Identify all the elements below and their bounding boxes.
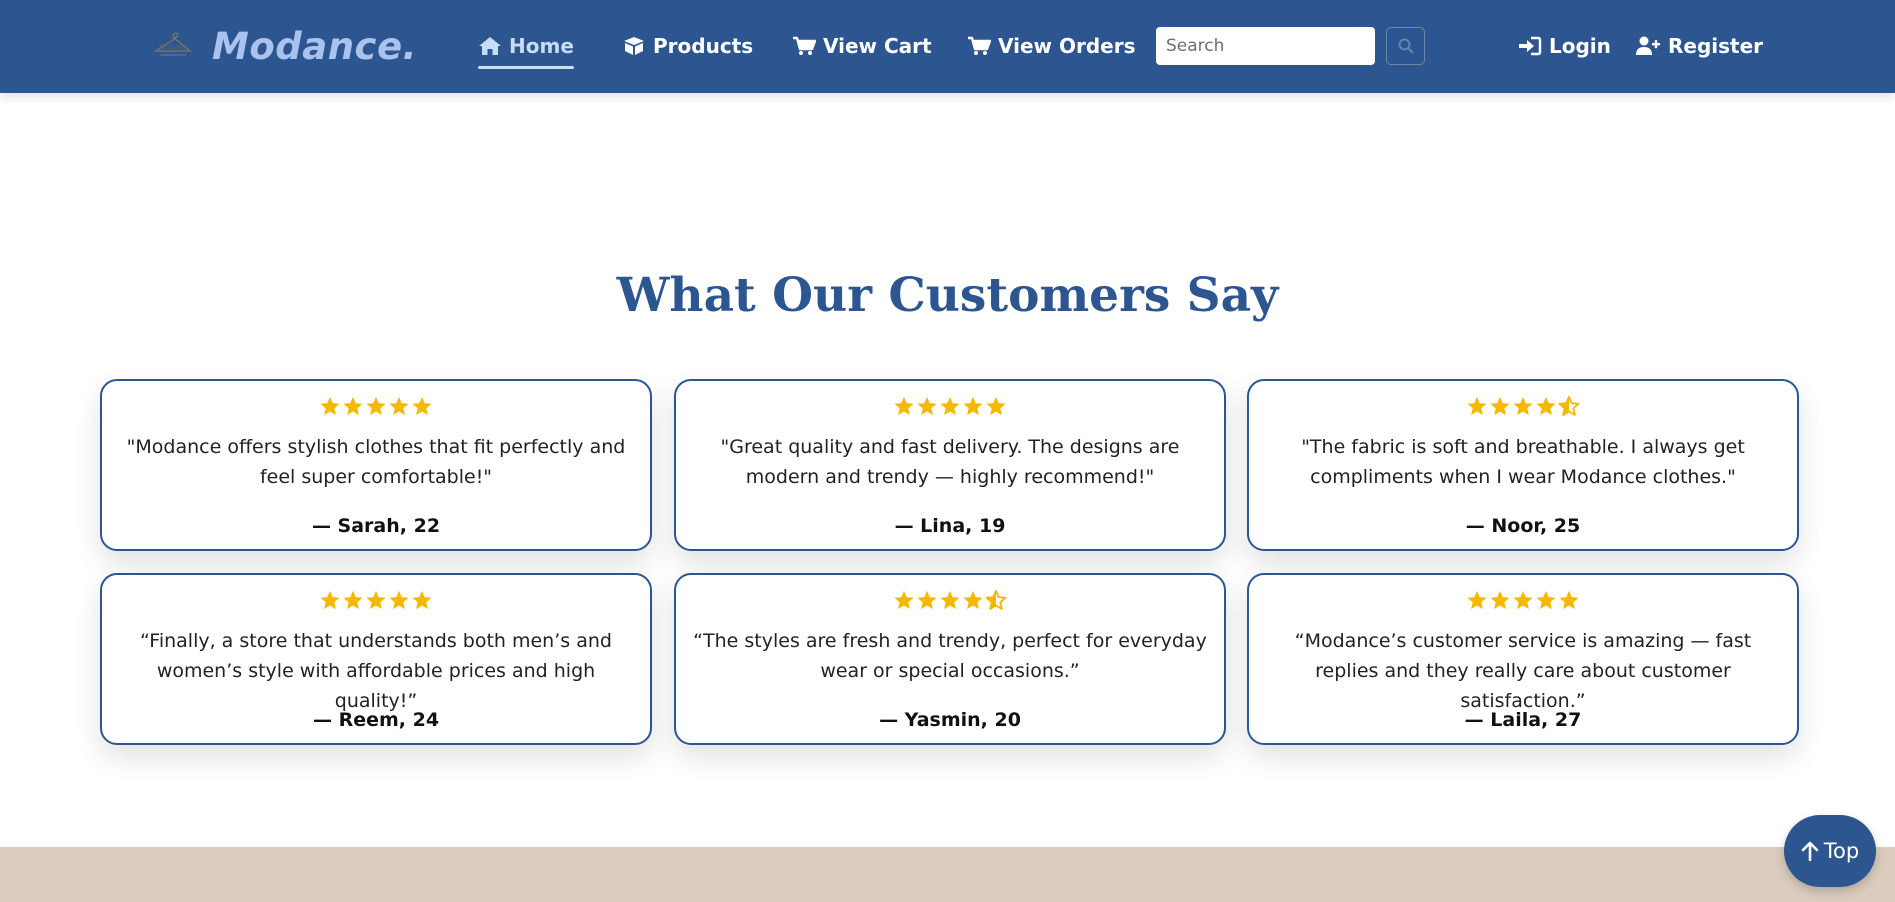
review-card: “Modance’s customer service is amazing —… [1247,573,1799,745]
nav-products-label: Products [653,34,754,58]
cart-icon [968,36,991,55]
star-rating [1249,589,1797,611]
star-half-icon [1558,395,1580,416]
star-icon [412,396,432,415]
cart-icon [793,36,816,55]
search-icon [1398,38,1413,54]
search-button[interactable] [1386,27,1425,65]
star-icon [1536,396,1556,415]
star-icon [894,396,914,415]
nav-view-orders[interactable]: View Orders [967,29,1136,63]
star-icon [1467,396,1487,415]
nav-register[interactable]: Register [1635,29,1763,63]
star-icon [940,590,960,609]
box-icon [624,37,644,55]
nav-products[interactable]: Products [622,29,753,63]
navbar: Modance Modance. Home Products View Cart [0,0,1895,93]
hanger-logo-icon: Modance [153,32,192,56]
nav-login[interactable]: Login [1518,29,1611,63]
star-rating [676,589,1224,611]
nav-login-label: Login [1549,34,1611,58]
review-card: “Finally, a store that understands both … [100,573,652,745]
review-author: — Noor, 25 [1465,515,1581,537]
arrow-up-icon [1801,841,1819,861]
star-icon [1559,590,1579,609]
review-quote: "Great quality and fast delivery. The de… [720,436,1180,488]
review-quote: “The styles are fresh and trendy, perfec… [693,630,1207,682]
star-icon [320,396,340,415]
star-icon [963,396,983,415]
section-title: What Our Customers Say [616,268,1279,323]
review-card: "Modance offers stylish clothes that fit… [100,379,652,551]
back-to-top-button[interactable]: Top [1784,815,1876,887]
star-icon [940,396,960,415]
star-rating [1249,395,1797,417]
star-icon [343,590,363,609]
star-half-icon [985,589,1007,610]
star-icon [412,590,432,609]
sign-in-icon [1519,36,1542,56]
search-input[interactable] [1156,27,1375,65]
star-icon [917,590,937,609]
review-quote: "The fabric is soft and breathable. I al… [1301,436,1745,488]
review-author: — Reem, 24 [312,709,440,731]
star-icon [986,396,1006,415]
star-icon [320,590,340,609]
star-rating [102,589,650,611]
review-quote: "Modance offers stylish clothes that fit… [126,436,626,488]
nav-register-label: Register [1668,34,1764,58]
star-icon [894,590,914,609]
review-quote: “Finally, a store that understands both … [140,630,612,712]
review-card: "The fabric is soft and breathable. I al… [1247,379,1799,551]
star-icon [1467,590,1487,609]
svg-text:Modance: Modance [159,44,187,51]
back-to-top-label: Top [1823,839,1860,863]
star-icon [343,396,363,415]
user-plus-icon [1636,36,1660,55]
review-quote: “Modance’s customer service is amazing —… [1294,630,1752,712]
star-icon [1490,396,1510,415]
star-icon [963,590,983,609]
star-icon [366,396,386,415]
brand-name: Modance. [212,24,418,68]
footer-band [0,847,1895,902]
nav-home[interactable]: Home [478,29,574,69]
review-card: "Great quality and fast delivery. The de… [674,379,1226,551]
review-author: — Yasmin, 20 [879,709,1021,731]
star-icon [366,590,386,609]
star-icon [389,590,409,609]
nav-view-cart[interactable]: View Cart [792,29,932,63]
review-author: — Sarah, 22 [311,515,441,537]
review-author: — Laila, 27 [1464,709,1582,731]
star-rating [102,395,650,417]
review-card: “The styles are fresh and trendy, perfec… [674,573,1226,745]
nav-view-orders-label: View Orders [998,34,1136,58]
star-icon [1513,590,1533,609]
star-icon [1536,590,1556,609]
brand[interactable]: Modance Modance. [152,24,418,68]
star-icon [389,396,409,415]
nav-view-cart-label: View Cart [823,34,932,58]
home-icon [479,37,501,55]
nav-home-label: Home [509,34,574,58]
star-icon [917,396,937,415]
review-author: — Lina, 19 [894,515,1006,537]
star-rating [676,395,1224,417]
star-icon [1513,396,1533,415]
star-icon [1490,590,1510,609]
